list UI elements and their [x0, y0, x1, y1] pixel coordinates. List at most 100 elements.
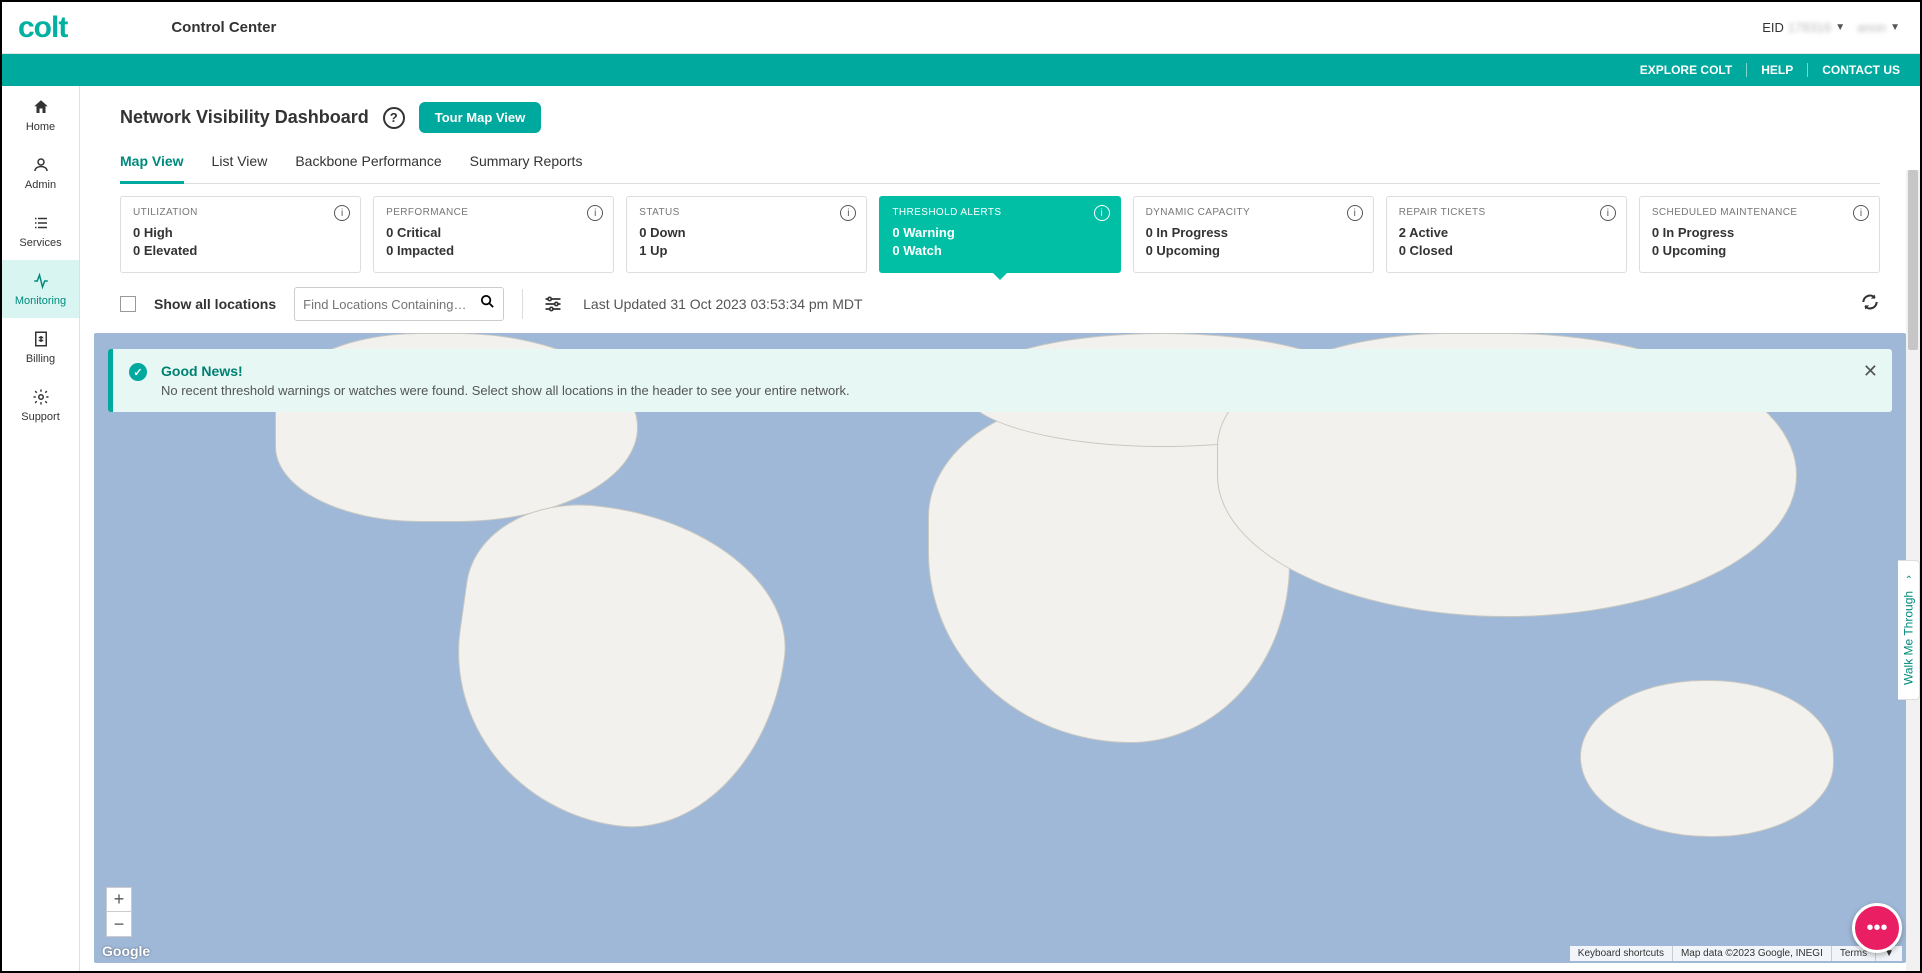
map-data-text: Map data ©2023 Google, INEGI — [1672, 946, 1831, 961]
chat-icon: ••• — [1866, 917, 1887, 940]
card-performance[interactable]: i PERFORMANCE 0 Critical 0 Impacted — [373, 196, 614, 273]
help-link[interactable]: HELP — [1747, 63, 1808, 77]
card-threshold-alerts[interactable]: i THRESHOLD ALERTS 0 Warning 0 Watch — [879, 196, 1120, 273]
info-icon[interactable]: i — [1853, 205, 1869, 221]
card-line: 0 Closed — [1399, 242, 1614, 260]
brand-logo: colt — [18, 11, 67, 45]
card-dynamic-capacity[interactable]: i DYNAMIC CAPACITY 0 In Progress 0 Upcom… — [1133, 196, 1374, 273]
card-title: PERFORMANCE — [386, 207, 601, 218]
alert-message: No recent threshold warnings or watches … — [161, 383, 1852, 398]
eid-prefix: EID — [1762, 20, 1784, 35]
sidebar-item-support[interactable]: Support — [2, 376, 79, 434]
sidebar-item-label: Services — [19, 237, 61, 249]
chat-bubble-button[interactable]: ••• — [1852, 903, 1902, 953]
list-icon — [31, 213, 51, 233]
chevron-up-icon: ⌃ — [1904, 575, 1912, 586]
card-utilization[interactable]: i UTILIZATION 0 High 0 Elevated — [120, 196, 361, 273]
info-icon[interactable]: i — [840, 205, 856, 221]
card-title: UTILIZATION — [133, 207, 348, 218]
map-land — [436, 488, 803, 845]
explore-link[interactable]: EXPLORE COLT — [1626, 63, 1747, 77]
info-icon[interactable]: i — [1600, 205, 1616, 221]
card-scheduled-maintenance[interactable]: i SCHEDULED MAINTENANCE 0 In Progress 0 … — [1639, 196, 1880, 273]
refresh-icon[interactable] — [1860, 292, 1880, 317]
contact-link[interactable]: CONTACT US — [1808, 63, 1900, 77]
info-icon[interactable]: i — [1094, 205, 1110, 221]
walk-me-through-tab[interactable]: Walk Me Through ⌃ — [1898, 560, 1920, 700]
utility-link-bar: EXPLORE COLT HELP CONTACT US — [2, 54, 1920, 86]
view-tabs: Map View List View Backbone Performance … — [120, 153, 1880, 184]
check-circle-icon: ✓ — [129, 363, 147, 381]
tab-map-view[interactable]: Map View — [120, 153, 184, 184]
zoom-out-button[interactable]: − — [107, 912, 131, 936]
sidebar-item-label: Support — [21, 411, 60, 423]
card-line: 0 Elevated — [133, 242, 348, 260]
info-icon[interactable]: i — [587, 205, 603, 221]
card-line: 0 Upcoming — [1146, 242, 1361, 260]
card-line: 1 Up — [639, 242, 854, 260]
activity-icon — [31, 271, 51, 291]
map-land — [1580, 680, 1834, 837]
main-sidebar: Home Admin Services Monitoring Billing S… — [2, 86, 80, 971]
tab-summary-reports[interactable]: Summary Reports — [470, 153, 583, 183]
show-all-checkbox[interactable] — [120, 296, 136, 312]
card-title: SCHEDULED MAINTENANCE — [1652, 207, 1867, 218]
tab-backbone-performance[interactable]: Backbone Performance — [295, 153, 441, 183]
card-line: 0 Impacted — [386, 242, 601, 260]
world-map[interactable]: ✓ Good News! No recent threshold warning… — [94, 333, 1906, 963]
tab-list-view[interactable]: List View — [212, 153, 268, 183]
location-search[interactable] — [294, 287, 504, 321]
divider — [522, 289, 523, 319]
filter-sliders-icon[interactable] — [541, 292, 565, 316]
card-line: 0 Down — [639, 224, 854, 242]
help-icon[interactable]: ? — [383, 107, 405, 129]
card-line: 0 In Progress — [1146, 224, 1361, 242]
card-line: 0 High — [133, 224, 348, 242]
last-updated-text: Last Updated 31 Oct 2023 03:53:34 pm MDT — [583, 296, 862, 312]
close-icon[interactable]: ✕ — [1863, 361, 1878, 382]
sidebar-item-monitoring[interactable]: Monitoring — [2, 260, 79, 318]
card-title: REPAIR TICKETS — [1399, 207, 1614, 218]
info-icon[interactable]: i — [1347, 205, 1363, 221]
eid-dropdown[interactable]: EID 178316 ▼ — [1762, 20, 1845, 35]
filter-row: Show all locations Last Updated 31 Oct 2… — [80, 273, 1920, 333]
sidebar-item-billing[interactable]: Billing — [2, 318, 79, 376]
info-icon[interactable]: i — [334, 205, 350, 221]
search-input[interactable] — [303, 297, 479, 312]
google-logo: Google — [102, 943, 150, 959]
sidebar-item-label: Billing — [26, 353, 55, 365]
card-line: 0 Upcoming — [1652, 242, 1867, 260]
sidebar-item-home[interactable]: Home — [2, 86, 79, 144]
keyboard-shortcuts-link[interactable]: Keyboard shortcuts — [1570, 946, 1672, 961]
sidebar-item-admin[interactable]: Admin — [2, 144, 79, 202]
gear-icon — [31, 387, 51, 407]
map-zoom-control: + − — [106, 887, 132, 937]
card-line: 0 In Progress — [1652, 224, 1867, 242]
home-icon — [31, 97, 51, 117]
sidebar-item-services[interactable]: Services — [2, 202, 79, 260]
card-title: STATUS — [639, 207, 854, 218]
eid-value: 178316 — [1788, 20, 1831, 35]
card-repair-tickets[interactable]: i REPAIR TICKETS 2 Active 0 Closed — [1386, 196, 1627, 273]
sidebar-item-label: Monitoring — [15, 295, 66, 307]
alert-title: Good News! — [161, 363, 1852, 379]
card-line: 0 Watch — [892, 242, 1107, 260]
billing-icon — [31, 329, 51, 349]
sidebar-item-label: Admin — [25, 179, 56, 191]
card-status[interactable]: i STATUS 0 Down 1 Up — [626, 196, 867, 273]
walk-label: Walk Me Through — [1902, 590, 1916, 684]
card-line: 0 Critical — [386, 224, 601, 242]
map-footer: Keyboard shortcuts Map data ©2023 Google… — [1570, 946, 1902, 961]
zoom-in-button[interactable]: + — [107, 888, 131, 912]
search-icon[interactable] — [479, 293, 496, 315]
user-dropdown[interactable]: anon ▼ — [1857, 20, 1900, 35]
chevron-down-icon: ▼ — [1835, 22, 1845, 33]
tour-map-view-button[interactable]: Tour Map View — [419, 102, 542, 133]
user-icon — [31, 155, 51, 175]
app-title: Control Center — [171, 19, 276, 36]
top-bar: colt Control Center EID 178316 ▼ anon ▼ — [2, 2, 1920, 54]
page-title: Network Visibility Dashboard — [120, 107, 369, 128]
show-all-label[interactable]: Show all locations — [154, 296, 276, 312]
card-title: THRESHOLD ALERTS — [892, 207, 1107, 218]
user-name: anon — [1857, 20, 1886, 35]
